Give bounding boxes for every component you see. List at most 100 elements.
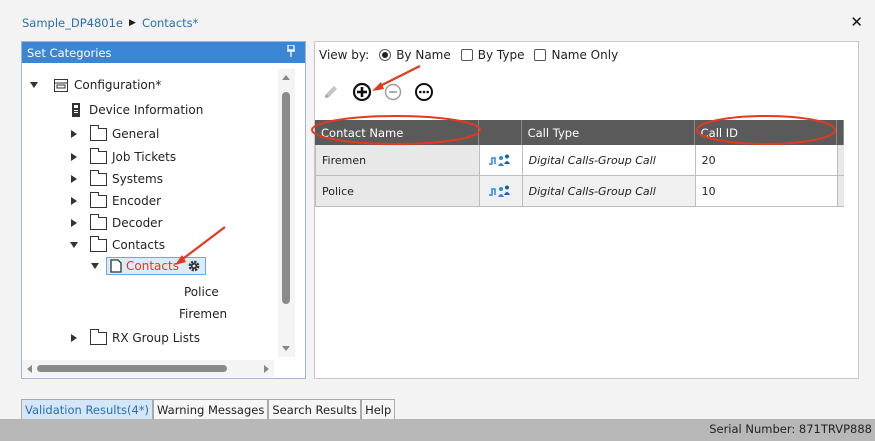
- folder-icon: [90, 213, 107, 230]
- categories-panel: Set Categories Configuration* Device Inf…: [21, 41, 306, 379]
- tree-label-police: Police: [184, 285, 219, 299]
- cell-spacer: [838, 145, 844, 175]
- cell-contact-name[interactable]: Firemen: [316, 145, 481, 175]
- cell-contact-name[interactable]: Police: [316, 176, 481, 206]
- vertical-scrollbar[interactable]: [278, 69, 295, 357]
- add-contact-button[interactable]: [351, 81, 373, 103]
- contacts-grid: Contact Name Call Type Call ID Firemen D…: [315, 120, 844, 207]
- expanded-arrow-icon[interactable]: [68, 239, 80, 251]
- tab-validation-results[interactable]: Validation Results(4*): [21, 399, 154, 419]
- column-header-call-type[interactable]: Call Type: [522, 120, 695, 145]
- serial-number: Serial Number: 871TRVP888: [709, 422, 872, 436]
- expanded-arrow-icon[interactable]: [28, 79, 40, 91]
- breadcrumb-current[interactable]: Contacts*: [142, 16, 198, 30]
- radio-selected[interactable]: [379, 49, 392, 61]
- scroll-left-icon[interactable]: [27, 365, 32, 373]
- expanded-arrow-icon[interactable]: [89, 260, 101, 272]
- horizontal-scrollbar[interactable]: [22, 360, 274, 377]
- collapsed-arrow-icon[interactable]: [68, 217, 80, 229]
- tree-item-general[interactable]: General: [68, 124, 159, 144]
- gear-icon[interactable]: [187, 259, 201, 273]
- breadcrumb: Sample_DP4801e ▶ Contacts*: [22, 15, 198, 31]
- tree-label-decoder: Decoder: [112, 216, 163, 230]
- checkbox[interactable]: [460, 49, 473, 61]
- view-by-type-option[interactable]: By Type: [460, 48, 524, 62]
- column-header-contact-name[interactable]: Contact Name: [315, 120, 480, 145]
- column-header-spacer: [837, 120, 844, 145]
- tree-item-firemen[interactable]: Firemen: [179, 304, 227, 324]
- horizontal-scroll-thumb[interactable]: [37, 365, 227, 372]
- name-only-option[interactable]: Name Only: [534, 48, 618, 62]
- document-icon: [110, 259, 122, 273]
- cell-call-type[interactable]: Digital Calls-Group Call: [522, 176, 696, 206]
- collapsed-arrow-icon[interactable]: [68, 332, 80, 344]
- breadcrumb-separator-icon: ▶: [129, 18, 136, 28]
- tree-item-contacts-folder[interactable]: Contacts: [68, 235, 165, 255]
- breadcrumb-root[interactable]: Sample_DP4801e: [22, 16, 123, 30]
- name-only-label: Name Only: [551, 48, 619, 62]
- collapsed-arrow-icon[interactable]: [68, 128, 80, 140]
- column-header-icon[interactable]: [479, 120, 522, 145]
- folder-icon: [90, 147, 107, 164]
- more-options-button[interactable]: [413, 81, 435, 103]
- tree-item-police[interactable]: Police: [184, 282, 219, 302]
- remove-circle-icon: [384, 83, 402, 101]
- vertical-scroll-thumb[interactable]: [282, 92, 290, 304]
- folder-icon: [90, 124, 107, 141]
- tree-label-job-tickets: Job Tickets: [112, 150, 177, 164]
- selected-contacts-node[interactable]: Contacts: [106, 257, 206, 275]
- scroll-up-icon[interactable]: [282, 75, 290, 80]
- tree-item-job-tickets[interactable]: Job Tickets: [68, 147, 176, 167]
- view-by-name-option[interactable]: By Name: [379, 48, 451, 62]
- tree-label-device-information: Device Information: [89, 103, 204, 117]
- tree-item-rx-group-lists[interactable]: RX Group Lists: [68, 328, 200, 348]
- tree-label-firemen: Firemen: [179, 307, 228, 321]
- remove-contact-button[interactable]: [382, 81, 404, 103]
- grid-body: Firemen Digital Calls-Group Call 20 Poli…: [315, 145, 844, 207]
- tree-item-contacts-selected[interactable]: Contacts: [89, 256, 206, 276]
- tree-label-configuration: Configuration*: [74, 78, 162, 92]
- view-by-name-label: By Name: [396, 48, 451, 62]
- folder-icon: [90, 328, 107, 345]
- bottom-tabs: Validation Results(4*) Warning Messages …: [21, 399, 396, 419]
- tree-item-decoder[interactable]: Decoder: [68, 213, 163, 233]
- tree-label-rx-group-lists: RX Group Lists: [112, 331, 200, 345]
- configuration-icon: [54, 78, 68, 92]
- tree-item-configuration[interactable]: Configuration*: [28, 75, 161, 95]
- folder-icon: [90, 169, 107, 186]
- column-header-call-id[interactable]: Call ID: [695, 120, 837, 145]
- open-folder-icon: [90, 235, 107, 252]
- pencil-icon: [325, 86, 337, 98]
- group-call-icon: [488, 185, 510, 197]
- collapsed-arrow-icon[interactable]: [68, 151, 80, 163]
- collapsed-arrow-icon[interactable]: [68, 173, 80, 185]
- tab-help[interactable]: Help: [361, 399, 396, 419]
- close-icon[interactable]: ✕: [850, 13, 863, 31]
- tree-item-encoder[interactable]: Encoder: [68, 191, 161, 211]
- collapsed-arrow-icon[interactable]: [68, 195, 80, 207]
- tab-search-results[interactable]: Search Results: [268, 399, 362, 419]
- checkbox[interactable]: [534, 49, 547, 61]
- tree-label-systems: Systems: [112, 172, 163, 186]
- table-row[interactable]: Police Digital Calls-Group Call 10: [316, 176, 844, 207]
- tree-item-device-information[interactable]: Device Information: [71, 100, 203, 120]
- categories-header: Set Categories: [22, 42, 305, 63]
- more-circle-icon: [415, 83, 433, 101]
- app-window: Sample_DP4801e ▶ Contacts* ✕ Set Categor…: [0, 0, 875, 441]
- cell-call-id[interactable]: 20: [695, 145, 838, 175]
- edit-button[interactable]: [320, 81, 342, 103]
- tree-label-contacts-selected: Contacts: [126, 259, 179, 273]
- scroll-down-icon[interactable]: [282, 346, 290, 351]
- tree-item-systems[interactable]: Systems: [68, 169, 163, 189]
- scroll-right-icon[interactable]: [264, 365, 269, 373]
- cell-call-icon: [480, 145, 523, 175]
- folder-icon: [90, 191, 107, 208]
- device-icon: [72, 103, 80, 117]
- cell-call-type[interactable]: Digital Calls-Group Call: [523, 145, 696, 175]
- categories-title: Set Categories: [27, 45, 112, 60]
- cell-call-id[interactable]: 10: [695, 176, 838, 206]
- tab-warning-messages[interactable]: Warning Messages: [153, 399, 269, 419]
- table-row[interactable]: Firemen Digital Calls-Group Call 20: [316, 145, 844, 176]
- contacts-panel: View by: By Name By Type Name Only Conta…: [314, 41, 859, 379]
- pin-icon[interactable]: [286, 45, 296, 57]
